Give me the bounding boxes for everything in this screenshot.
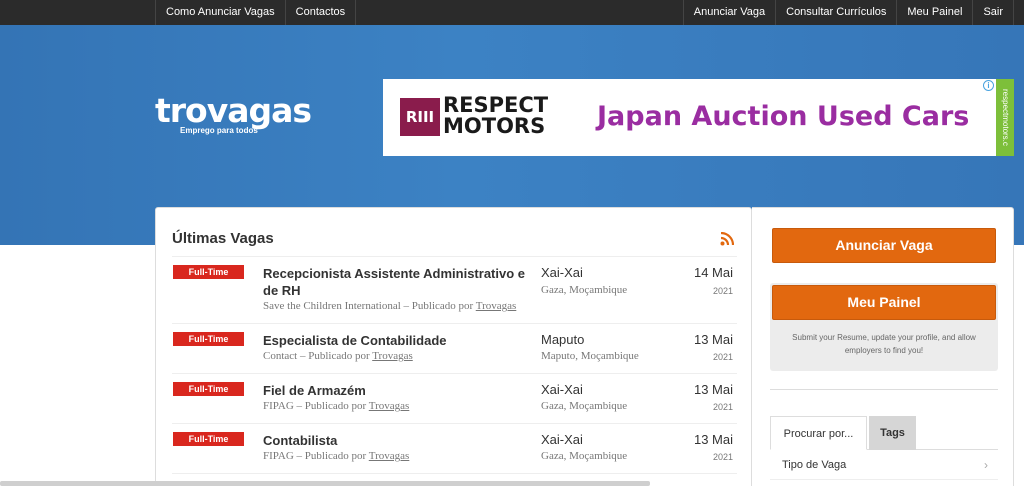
job-poster-link[interactable]: Trovagas <box>476 300 517 312</box>
job-city: Xai-Xai <box>541 382 583 397</box>
top-nav-right: Anunciar Vaga Consultar Currículos Meu P… <box>682 0 1014 25</box>
ad-brand-mark: RIII <box>400 98 440 136</box>
job-year: 2021 <box>712 352 733 362</box>
post-job-button[interactable]: Anunciar Vaga <box>772 228 996 263</box>
dashboard-description: Submit your Resume, update your profile,… <box>792 333 976 355</box>
search-tabs: Procurar por... Tags <box>770 416 998 450</box>
job-date: 13 Mai <box>693 332 733 347</box>
dashboard-button[interactable]: Meu Painel <box>772 285 996 320</box>
job-published-label: Publicado por <box>411 300 474 312</box>
nav-sair[interactable]: Sair <box>972 0 1014 25</box>
top-navbar: Como Anunciar Vagas Contactos Anunciar V… <box>0 0 1024 25</box>
ad-brand-name: RESPECT MOTORS <box>443 93 549 138</box>
job-meta: Contact – Publicado por Trovagas <box>263 350 413 362</box>
job-title[interactable]: Recepcionista Assistente Administrativo … <box>263 265 538 299</box>
job-meta: FIPAG – Publicado por Trovagas <box>263 450 410 462</box>
job-title[interactable]: Especialista de Contabilidade <box>263 332 538 349</box>
info-icon[interactable]: i <box>983 80 994 91</box>
job-row[interactable]: Full-Time Especialista de Contabilidade … <box>172 324 737 374</box>
ad-headline[interactable]: Japan Auction Used Cars <box>597 101 969 132</box>
dashboard-box: Meu Painel Submit your Resume, update yo… <box>770 283 998 371</box>
job-list: Full-Time Recepcionista Assistente Admin… <box>172 256 737 474</box>
job-region: Gaza, Moçambique <box>541 284 628 296</box>
job-city: Xai-Xai <box>541 265 583 280</box>
job-date: 13 Mai <box>693 432 733 447</box>
job-region: Maputo, Moçambique <box>541 350 639 362</box>
ad-banner[interactable]: RIII RESPECT MOTORS Japan Auction Used C… <box>383 79 1014 156</box>
job-company: Save the Children International <box>263 300 401 312</box>
job-type-badge: Full-Time <box>173 382 244 396</box>
job-poster-link[interactable]: Trovagas <box>369 400 410 412</box>
filter-tipo-de-vaga[interactable]: Tipo de Vaga › <box>770 450 998 480</box>
job-row[interactable]: Full-Time Fiel de Armazém FIPAG – Public… <box>172 374 737 424</box>
nav-contactos[interactable]: Contactos <box>284 0 357 25</box>
rss-icon[interactable] <box>720 232 734 246</box>
job-city: Xai-Xai <box>541 432 583 447</box>
job-type-badge: Full-Time <box>173 432 244 446</box>
logo-tagline: Emprego para todos <box>180 126 258 135</box>
nav-como-anunciar-vagas[interactable]: Como Anunciar Vagas <box>155 0 285 25</box>
logo-wordmark: trovagas <box>155 91 312 130</box>
nav-meu-painel[interactable]: Meu Painel <box>896 0 972 25</box>
job-published-label: Publicado por <box>308 350 370 362</box>
job-row[interactable]: Full-Time Recepcionista Assistente Admin… <box>172 257 737 324</box>
job-poster-link[interactable]: Trovagas <box>372 350 413 362</box>
sidebar-divider <box>770 389 998 390</box>
top-nav-left: Como Anunciar Vagas Contactos <box>155 0 357 25</box>
job-year: 2021 <box>712 402 733 412</box>
job-title[interactable]: Contabilista <box>263 432 538 449</box>
sidebar: Anunciar Vaga Meu Painel Submit your Res… <box>752 207 1014 486</box>
filter-label: Tipo de Vaga <box>782 459 847 471</box>
job-title[interactable]: Fiel de Armazém <box>263 382 538 399</box>
tab-tags[interactable]: Tags <box>869 416 916 450</box>
job-date: 14 Mai <box>693 265 733 280</box>
job-type-badge: Full-Time <box>173 332 244 346</box>
job-company: FIPAG <box>263 450 294 462</box>
tab-procurar-por[interactable]: Procurar por... <box>770 416 867 450</box>
nav-anunciar-vaga[interactable]: Anunciar Vaga <box>682 0 775 25</box>
job-year: 2021 <box>712 452 733 462</box>
job-type-badge: Full-Time <box>173 265 244 279</box>
horizontal-scrollbar[interactable] <box>0 481 650 486</box>
site-logo[interactable]: trovagas Emprego para todos <box>155 91 335 145</box>
job-year: 2021 <box>712 286 733 296</box>
job-date: 13 Mai <box>693 382 733 397</box>
latest-jobs-panel: Últimas Vagas Full-Time Recepcionista As… <box>155 207 752 486</box>
job-company: Contact <box>263 350 298 362</box>
ad-side-url: respectmotors.c <box>1001 89 1010 146</box>
job-region: Gaza, Moçambique <box>541 450 628 462</box>
job-published-label: Publicado por <box>304 450 367 462</box>
job-meta: Save the Children International – Public… <box>263 300 517 312</box>
job-region: Gaza, Moçambique <box>541 400 628 412</box>
job-poster-link[interactable]: Trovagas <box>369 450 410 462</box>
nav-consultar-curriculos[interactable]: Consultar Currículos <box>775 0 896 25</box>
panel-title: Últimas Vagas <box>172 230 274 247</box>
job-company: FIPAG <box>263 400 294 412</box>
job-published-label: Publicado por <box>304 400 367 412</box>
chevron-right-icon: › <box>984 458 988 472</box>
job-meta: FIPAG – Publicado por Trovagas <box>263 400 410 412</box>
job-city: Maputo <box>541 332 585 347</box>
job-row[interactable]: Full-Time Contabilista FIPAG – Publicado… <box>172 424 737 474</box>
